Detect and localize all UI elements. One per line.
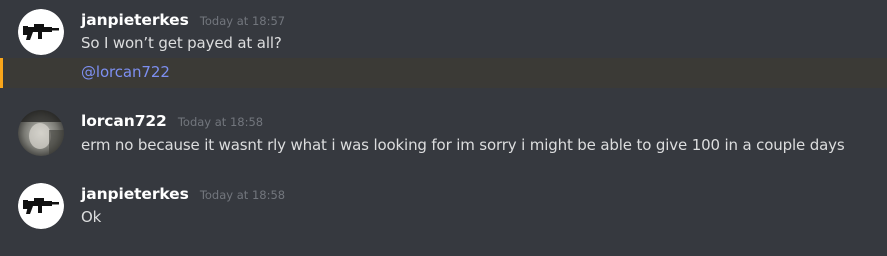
message-text: erm no because it wasnt rly what i was l… bbox=[81, 136, 845, 154]
timestamp: Today at 18:57 bbox=[199, 14, 286, 28]
message-header: lorcan722 Today at 18:58 bbox=[81, 111, 264, 130]
username[interactable]: janpieterkes bbox=[81, 185, 189, 203]
message-text: So I won’t get payed at all? bbox=[81, 34, 282, 52]
message-text: Ok bbox=[81, 208, 102, 226]
timestamp: Today at 18:58 bbox=[199, 188, 286, 202]
avatar[interactable] bbox=[18, 110, 64, 156]
rifle-icon bbox=[18, 9, 64, 55]
message-header: janpieterkes Today at 18:58 bbox=[81, 184, 286, 203]
chat-messages: janpieterkes Today at 18:57 So I won’t g… bbox=[0, 0, 887, 256]
username[interactable]: lorcan722 bbox=[81, 112, 167, 130]
message-header: janpieterkes Today at 18:57 bbox=[81, 10, 286, 29]
avatar[interactable] bbox=[18, 183, 64, 229]
photo-avatar bbox=[18, 110, 64, 156]
timestamp: Today at 18:58 bbox=[177, 115, 264, 129]
avatar[interactable] bbox=[18, 9, 64, 55]
rifle-icon bbox=[18, 183, 64, 229]
mention-message-highlight: @lorcan722 bbox=[0, 58, 887, 88]
user-mention[interactable]: @lorcan722 bbox=[81, 63, 170, 81]
username[interactable]: janpieterkes bbox=[81, 11, 189, 29]
